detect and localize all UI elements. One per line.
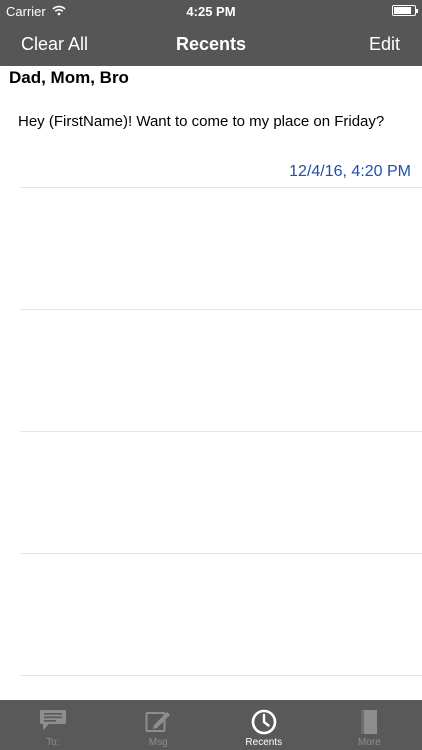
tab-to[interactable]: To:: [0, 700, 106, 750]
status-bar: Carrier 4:25 PM: [0, 0, 422, 22]
top-bar: Carrier 4:25 PM Clear All Recents Edit: [0, 0, 422, 66]
battery-icon: [392, 5, 418, 16]
tab-label: Msg: [148, 737, 168, 748]
book-icon: [358, 709, 380, 740]
battery-fill: [394, 7, 411, 14]
tab-msg[interactable]: Msg: [106, 700, 212, 750]
status-time: 4:25 PM: [186, 4, 236, 19]
recipients-label: Dad, Mom, Bro: [9, 68, 129, 87]
tab-label: Recents: [245, 737, 283, 748]
clock-icon: [251, 709, 277, 740]
edit-button[interactable]: Edit: [369, 34, 400, 55]
message-text: Hey (FirstName)! Want to come to my plac…: [18, 113, 385, 130]
timestamp-label: 12/4/16, 4:20 PM: [289, 163, 411, 180]
tab-recents[interactable]: Recents: [211, 700, 317, 750]
recents-list: Dad, Mom, Bro Hey (FirstName)! Want to c…: [0, 66, 422, 700]
contact-card-icon: [39, 709, 67, 736]
navigation-bar: Clear All Recents Edit: [0, 22, 422, 66]
tab-label: To:: [46, 737, 60, 748]
row-divider: [20, 187, 422, 188]
row-divider: [20, 309, 422, 310]
row-divider: [20, 553, 422, 554]
row-divider: [20, 431, 422, 432]
tab-label: More: [357, 737, 381, 748]
page-title: Recents: [175, 34, 247, 54]
tab-bar: To: Msg Recents More: [0, 700, 422, 750]
battery-nub: [416, 9, 418, 13]
tab-more[interactable]: More: [317, 700, 422, 750]
compose-icon: [145, 709, 171, 738]
row-divider: [20, 675, 422, 676]
